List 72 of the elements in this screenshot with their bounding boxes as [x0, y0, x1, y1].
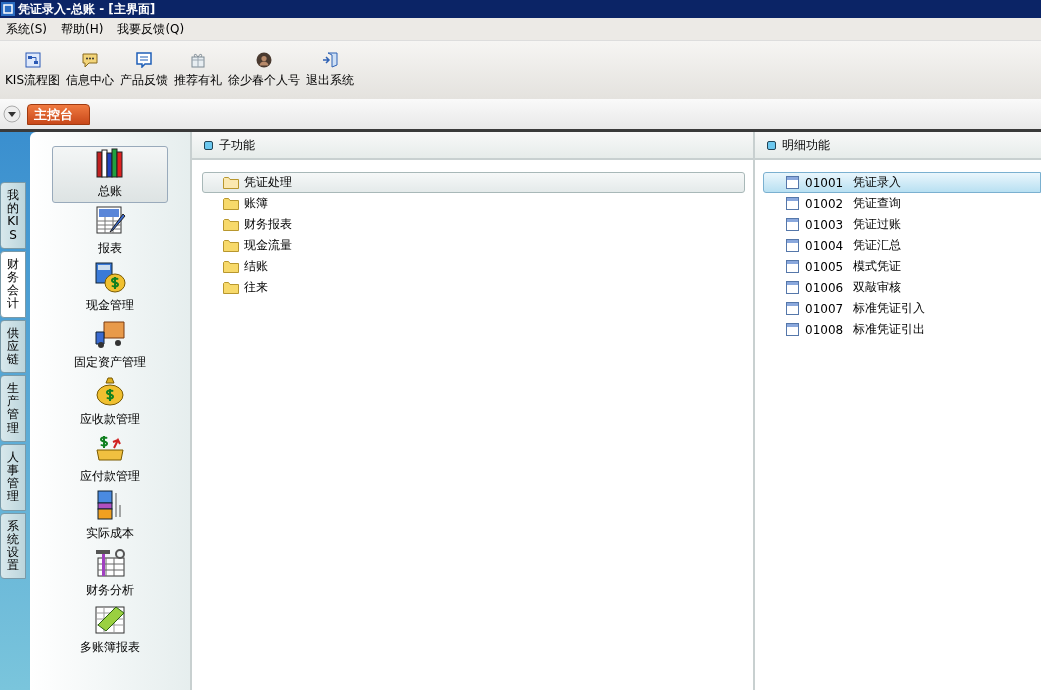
module-button[interactable]: 固定资产管理	[52, 317, 168, 374]
dropdown-icon[interactable]	[3, 105, 21, 123]
side-tab[interactable]: 人事管理	[0, 443, 26, 511]
function-item[interactable]: 01002 凭证查询	[763, 193, 1041, 214]
side-tab[interactable]: 生产管理	[0, 375, 26, 442]
toolbar-button[interactable]: 推荐有礼	[171, 51, 226, 89]
folder-icon	[223, 218, 239, 231]
main-console-tab[interactable]: 主控台	[27, 103, 90, 125]
menu-item[interactable]: 帮助(H)	[61, 20, 104, 38]
folder-icon	[223, 260, 239, 273]
function-item[interactable]: 01006 双敲审核	[763, 277, 1041, 298]
folder-icon	[223, 176, 239, 189]
folder-icon	[223, 197, 239, 210]
side-tab[interactable]: 我的KIS	[0, 182, 26, 249]
panel-title: 明细功能	[782, 136, 830, 154]
function-item[interactable]: 01008 标准凭证引出	[763, 319, 1041, 340]
folder-item[interactable]: 凭证处理	[202, 172, 745, 193]
module-button[interactable]: 多账簿报表	[52, 602, 168, 659]
app-logo-icon	[1, 2, 15, 16]
document-icon	[786, 197, 799, 210]
function-item[interactable]: 01007 标准凭证引入	[763, 298, 1041, 319]
avatar-icon	[256, 51, 273, 68]
document-icon	[786, 239, 799, 252]
panel-title: 子功能	[219, 136, 255, 154]
square-bullet-icon	[767, 140, 776, 150]
document-icon	[786, 302, 799, 315]
speech-bubble-icon	[82, 51, 99, 68]
menu-item[interactable]: 我要反馈(Q)	[117, 20, 185, 38]
menu-item[interactable]: 系统(S)	[6, 20, 47, 38]
report-pen-icon	[94, 204, 126, 236]
toolbar-button[interactable]: KIS流程图	[2, 51, 64, 89]
folder-item[interactable]: 往来	[202, 277, 745, 298]
toolbar-button[interactable]: 信息中心	[63, 51, 118, 89]
banknote-table-icon	[94, 603, 126, 635]
module-button[interactable]: 实际成本	[52, 488, 168, 545]
function-item[interactable]: 01003 凭证过账	[763, 214, 1041, 235]
module-button[interactable]: 应付款管理	[52, 431, 168, 488]
side-tab[interactable]: 财务会计	[0, 250, 26, 318]
document-icon	[786, 176, 799, 189]
document-icon	[786, 323, 799, 336]
toolbar-button[interactable]: 退出系统	[303, 51, 358, 89]
module-button[interactable]: 现金管理	[52, 260, 168, 317]
module-button[interactable]: 总账	[52, 146, 168, 203]
folder-icon	[223, 239, 239, 252]
gift-icon	[190, 51, 207, 68]
folder-item[interactable]: 账簿	[202, 193, 745, 214]
module-button[interactable]: 报表	[52, 203, 168, 260]
function-item[interactable]: 01004 凭证汇总	[763, 235, 1041, 256]
exit-icon	[322, 51, 339, 68]
flowchart-icon	[24, 51, 41, 68]
folder-item[interactable]: 结账	[202, 256, 745, 277]
comment-icon	[136, 51, 153, 68]
side-tab[interactable]: 供应链	[0, 319, 26, 374]
function-item[interactable]: 01001 凭证录入	[763, 172, 1041, 193]
tools-table-icon	[94, 546, 126, 578]
document-icon	[786, 260, 799, 273]
function-item[interactable]: 01005 模式凭证	[763, 256, 1041, 277]
books-icon	[94, 147, 126, 179]
folder-item[interactable]: 财务报表	[202, 214, 745, 235]
toolbar-button[interactable]: 产品反馈	[117, 51, 172, 89]
window-title: 凭证录入-总账 - [主界面]	[18, 0, 156, 18]
module-button[interactable]: 财务分析	[52, 545, 168, 602]
folder-item[interactable]: 现金流量	[202, 235, 745, 256]
folder-icon	[223, 281, 239, 294]
square-bullet-icon	[204, 140, 213, 150]
side-tab[interactable]: 系统设置	[0, 512, 26, 580]
toolbar-button[interactable]: 徐少春个人号	[225, 51, 304, 89]
document-icon	[786, 281, 799, 294]
module-button[interactable]: 应收款管理	[52, 374, 168, 431]
truck-icon	[94, 318, 126, 350]
money-bag-icon	[94, 375, 126, 407]
document-icon	[786, 218, 799, 231]
